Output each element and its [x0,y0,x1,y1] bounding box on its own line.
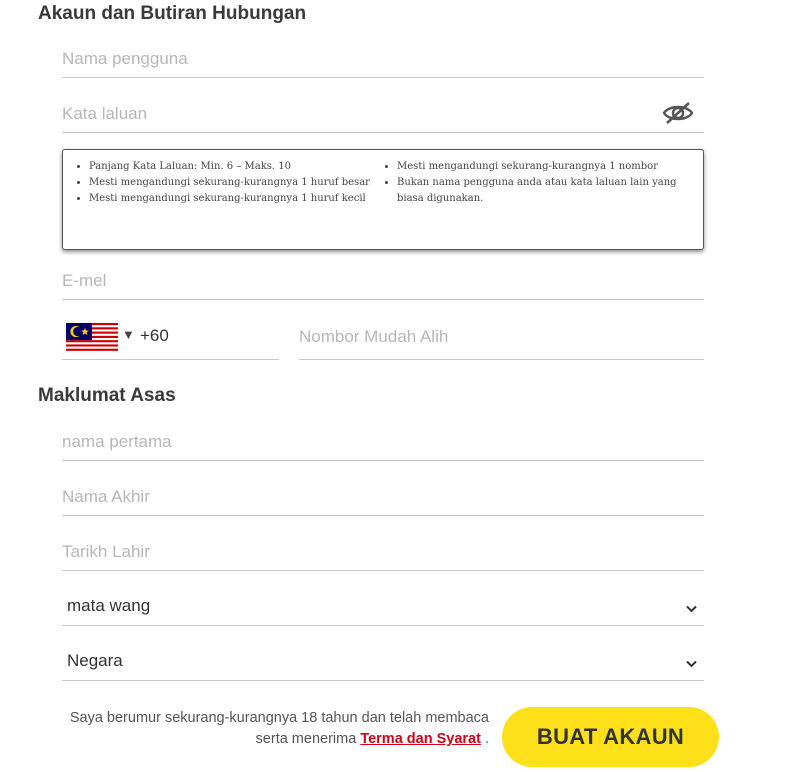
mobile-number-input[interactable] [299,327,704,347]
email-input[interactable] [62,271,704,291]
last-name-field [62,480,704,516]
requirement-item: Mesti mengandungi sekurang-kurangnya 1 n… [397,159,695,175]
terms-text-end: . [480,731,489,747]
country-code-selector[interactable]: ▼ +60 [62,316,279,360]
password-field [62,97,704,133]
age-terms-statement: Saya berumur sekurang-kurangnya 18 tahun… [62,708,489,750]
dial-code: +60 [140,326,169,345]
requirement-item: Panjang Kata Laluan: Min. 6 – Maks. 10 [89,159,373,175]
username-field [62,42,704,78]
chevron-down-icon [686,660,697,668]
caret-down-icon: ▼ [122,327,135,342]
currency-select-value: mata wang [67,596,151,615]
first-name-field [62,425,704,461]
country-select[interactable]: Negara [62,645,704,681]
password-input[interactable] [62,104,704,124]
basic-info-section-title: Maklumat Asas [38,385,176,406]
password-requirements: Panjang Kata Laluan: Min. 6 – Maks. 10 M… [62,149,704,250]
last-name-input[interactable] [62,487,704,507]
requirement-item: Mesti mengandungi sekurang-kurangnya 1 h… [89,175,373,191]
terms-link[interactable]: Terma dan Syarat [360,731,481,747]
requirement-item: Bukan nama pengguna anda atau kata lalua… [397,175,695,207]
create-account-button[interactable]: BUAT AKAUN [502,707,719,767]
date-of-birth-input[interactable] [62,542,704,562]
date-of-birth-field [62,535,704,571]
first-name-input[interactable] [62,432,704,452]
username-input[interactable] [62,49,704,69]
currency-select[interactable]: mata wang [62,590,704,626]
mobile-number-field [299,316,704,360]
malaysia-flag-icon [66,323,118,353]
requirement-item: Mesti mengandungi sekurang-kurangnya 1 h… [89,191,373,207]
account-section-title: Akaun dan Butiran Hubungan [38,3,307,24]
email-field [62,264,704,300]
chevron-down-icon [686,605,697,613]
country-select-value: Negara [67,651,123,670]
eye-slash-icon[interactable] [662,101,694,125]
